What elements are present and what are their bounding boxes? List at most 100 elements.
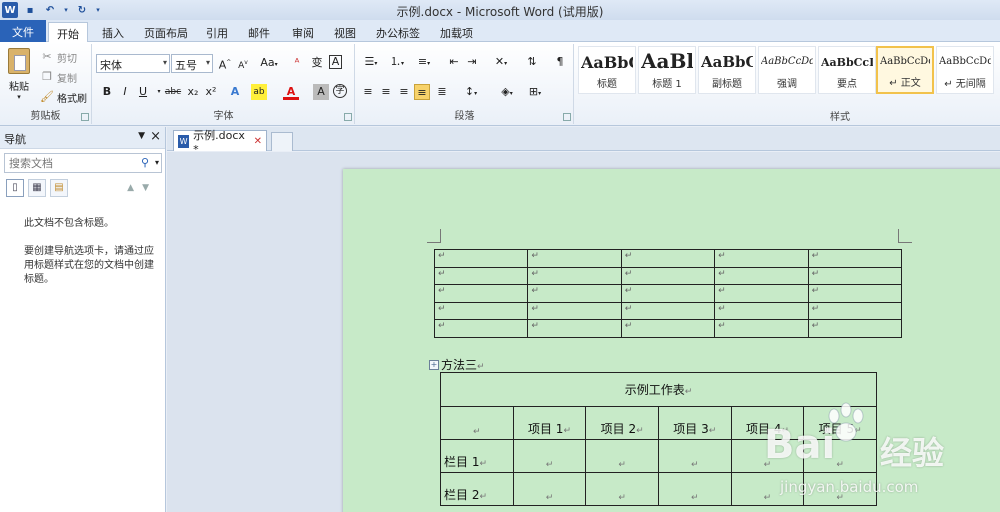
table-cell[interactable]: ↵ — [714, 319, 809, 338]
subscript-button[interactable]: x₂ — [185, 84, 201, 100]
strikethrough-button[interactable]: abc — [163, 84, 183, 100]
table-cell[interactable]: ↵ — [807, 319, 903, 338]
font-size-select[interactable]: 五号 ▾ — [171, 54, 213, 73]
sort-icon[interactable]: ⇅ — [524, 54, 540, 70]
grow-font-icon[interactable]: A^ — [217, 55, 233, 72]
document-tab[interactable]: W 示例.docx * ✕ — [173, 129, 267, 156]
table-header-cell[interactable]: 项目 3↵ — [657, 406, 732, 440]
style-title[interactable]: AaBbC 标题 — [578, 46, 636, 94]
cut-button[interactable]: ✂ 剪切 — [40, 48, 77, 66]
borders-icon[interactable]: ⊞▾ — [524, 84, 546, 100]
font-color-button[interactable]: A — [283, 84, 299, 100]
table-cell[interactable]: ↵ — [714, 284, 809, 303]
table-cell[interactable]: ↵ — [657, 472, 732, 506]
character-border-icon[interactable]: A — [329, 55, 342, 69]
nav-options-icon[interactable]: ▼ — [138, 131, 145, 141]
paragraph-launcher-icon[interactable] — [563, 113, 571, 121]
table-cell[interactable]: ↵ — [807, 266, 903, 285]
show-paragraph-marks-icon[interactable]: ¶ — [552, 54, 568, 70]
table-cell[interactable]: ↵ — [585, 439, 659, 473]
font-name-select[interactable]: 宋体 ▾ — [96, 54, 170, 73]
table-cell[interactable]: 栏目 1↵ — [440, 439, 514, 473]
close-icon[interactable]: ✕ — [254, 136, 262, 147]
bullets-icon[interactable]: ☰▾ — [360, 54, 382, 70]
chevron-down-icon[interactable]: ▾ — [155, 158, 159, 167]
underline-button[interactable]: U — [135, 84, 151, 100]
superscript-button[interactable]: x² — [203, 84, 219, 100]
table-move-handle-icon[interactable]: + — [429, 360, 439, 370]
table-cell[interactable]: ↵ — [433, 249, 529, 268]
tab-view[interactable]: 视图 — [326, 22, 364, 42]
tab-references[interactable]: 引用 — [198, 22, 236, 42]
justify-icon[interactable]: ≡ — [414, 84, 430, 100]
tab-file[interactable]: 文件 — [0, 20, 46, 42]
text-effects-icon[interactable]: A — [227, 84, 243, 100]
line-spacing-icon[interactable]: ↕▾ — [460, 84, 482, 100]
chinese-layout-icon[interactable]: ✕▾ — [490, 54, 512, 70]
style-key-point[interactable]: AaBbCcD 要点 — [818, 46, 876, 94]
nav-search-input[interactable] — [5, 154, 125, 172]
search-icon[interactable]: ⚲ — [141, 156, 149, 169]
align-center-icon[interactable]: ≡ — [378, 84, 394, 100]
table-cell[interactable]: ↵ — [620, 319, 716, 338]
table-cell[interactable]: ↵ — [657, 439, 732, 473]
style-subtitle[interactable]: AaBbC 副标题 — [698, 46, 756, 94]
next-arrow-icon[interactable]: ▼ — [142, 183, 157, 193]
table-cell[interactable]: ↵ — [512, 472, 587, 506]
increase-indent-icon[interactable]: ⇥ — [464, 54, 480, 70]
tab-insert[interactable]: 插入 — [94, 22, 132, 42]
multilevel-list-icon[interactable]: ≡▾ — [412, 54, 436, 70]
table-header-cell[interactable]: 项目 1↵ — [512, 406, 587, 440]
table-cell[interactable]: ↵ — [527, 249, 622, 268]
table-cell[interactable]: ↵ — [807, 301, 903, 320]
table-cell[interactable]: ↵ — [585, 472, 659, 506]
table-1[interactable]: ↵ ↵ ↵ ↵ ↵ ↵ ↵ ↵ ↵ ↵ ↵ ↵ ↵ ↵ ↵ ↵ ↵ ↵ ↵ ↵ ↵ ↵ ↵ ↵ ↵ — [433, 249, 903, 338]
table-cell[interactable]: ↵ — [807, 284, 903, 303]
table-cell[interactable]: ↵ — [527, 319, 622, 338]
table-header-cell[interactable]: ↵ — [440, 406, 514, 440]
align-right-icon[interactable]: ≡ — [396, 84, 412, 100]
table-cell[interactable]: ↵ — [527, 284, 622, 303]
shading-icon[interactable]: ◈▾ — [496, 84, 518, 100]
table-cell[interactable]: ↵ — [433, 301, 529, 320]
table-cell[interactable]: ↵ — [620, 249, 716, 268]
bold-button[interactable]: B — [99, 84, 115, 100]
table-cell[interactable]: ↵ — [620, 284, 716, 303]
previous-arrow-icon[interactable]: ▲ — [127, 183, 142, 193]
tab-home[interactable]: 开始 — [48, 22, 88, 43]
paste-button[interactable]: 粘贴 ▾ — [4, 48, 34, 101]
table-cell[interactable]: ↵ — [433, 319, 529, 338]
clear-formatting-icon[interactable]: ᴬ — [289, 55, 305, 71]
table-cell[interactable]: ↵ — [714, 266, 809, 285]
table-cell[interactable]: ↵ — [433, 266, 529, 285]
method-label[interactable]: 方法三↵ — [441, 356, 485, 373]
table-cell[interactable]: ↵ — [714, 301, 809, 320]
style-no-spacing[interactable]: AaBbCcDd ↵ 无间隔 — [936, 46, 994, 94]
table-cell[interactable]: ↵ — [807, 249, 903, 268]
table-cell[interactable]: ↵ — [433, 284, 529, 303]
pages-view-icon[interactable]: ▦ — [28, 179, 46, 197]
distributed-icon[interactable]: ≣ — [434, 84, 450, 100]
highlight-color-button[interactable]: ab — [251, 84, 267, 100]
headings-view-icon[interactable]: ▯ — [6, 179, 24, 197]
font-launcher-icon[interactable] — [344, 113, 352, 121]
style-normal[interactable]: AaBbCcDd ↵ 正文 — [876, 46, 934, 94]
table-header-cell[interactable]: 项目 2↵ — [585, 406, 659, 440]
align-left-icon[interactable]: ≡ — [360, 84, 376, 100]
clipboard-launcher-icon[interactable] — [81, 113, 89, 121]
table-cell[interactable]: ↵ — [512, 439, 587, 473]
decrease-indent-icon[interactable]: ⇤ — [446, 54, 462, 70]
shrink-font-icon[interactable]: Av — [235, 55, 251, 71]
results-view-icon[interactable]: ▤ — [50, 179, 68, 197]
tab-mailings[interactable]: 邮件 — [240, 22, 278, 42]
style-heading-1[interactable]: AaBl 标题 1 — [638, 46, 696, 94]
table-cell[interactable]: ↵ — [527, 266, 622, 285]
close-icon[interactable]: × — [150, 129, 161, 144]
tab-addins[interactable]: 加载项 — [432, 22, 481, 42]
enclose-characters-icon[interactable]: 字 — [333, 84, 347, 98]
change-case-button[interactable]: Aa▾ — [259, 55, 279, 71]
table-cell[interactable]: ↵ — [714, 249, 809, 268]
tab-review[interactable]: 审阅 — [284, 22, 322, 42]
italic-button[interactable]: I — [117, 84, 133, 100]
tab-page-layout[interactable]: 页面布局 — [136, 22, 196, 42]
